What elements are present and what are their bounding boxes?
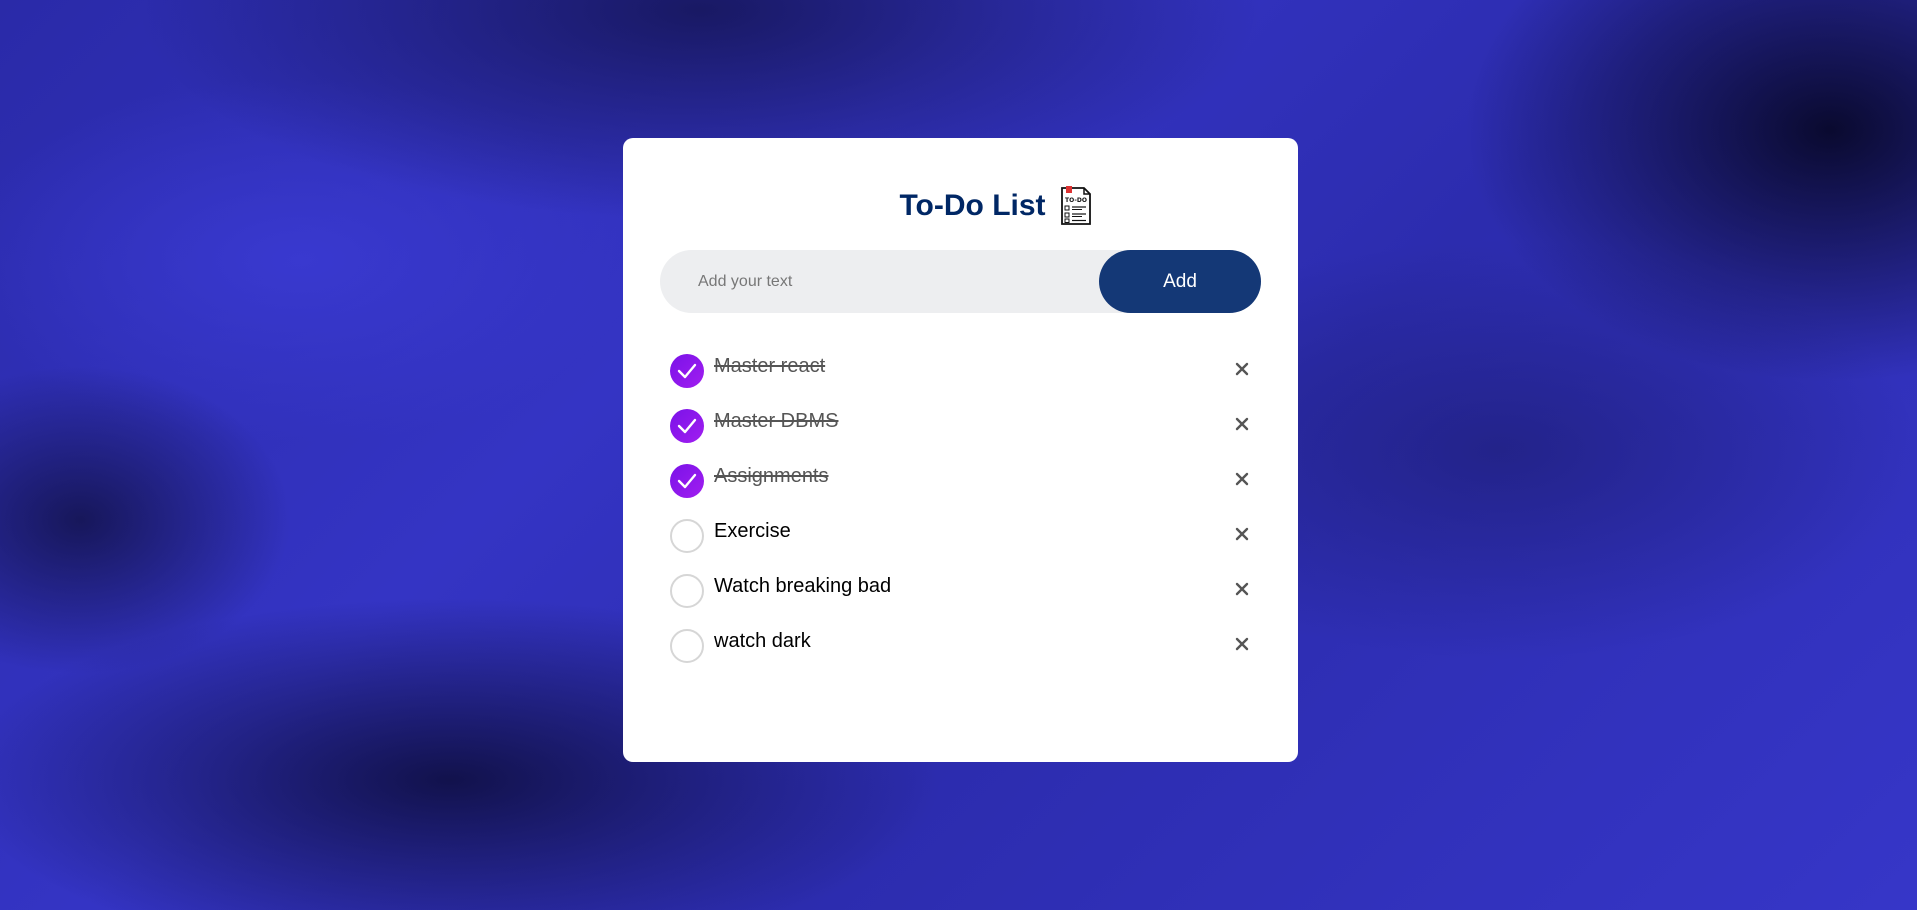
svg-text:TO-DO: TO-DO [1065,197,1087,204]
header: To-Do List TO-DO [623,182,1298,230]
page-title: To-Do List [899,189,1046,222]
close-icon[interactable] [1230,467,1254,491]
task-item[interactable]: Exercise [660,515,1261,570]
checkmark-icon [677,418,697,434]
add-task-row: Add [660,250,1261,313]
task-item[interactable]: Assignments [660,460,1261,515]
task-input[interactable] [660,250,1100,313]
task-item[interactable]: Master DBMS [660,405,1261,460]
task-checkbox-checked[interactable] [670,354,704,388]
add-button[interactable]: Add [1099,250,1261,313]
task-label[interactable]: watch dark [714,630,811,653]
close-icon[interactable] [1230,577,1254,601]
task-list: Master react Master DBMS Assignments Exerci… [660,350,1261,680]
task-item[interactable]: watch dark [660,625,1261,680]
checkmark-icon [677,363,697,379]
task-checkbox[interactable] [670,574,704,608]
task-label[interactable]: Watch breaking bad [714,575,891,598]
todo-card: To-Do List TO-DO Add Master reactMaster … [623,138,1298,762]
task-item[interactable]: Watch breaking bad [660,570,1261,625]
close-icon[interactable] [1230,412,1254,436]
task-checkbox-checked[interactable] [670,409,704,443]
task-label[interactable]: Master react [714,355,825,378]
task-label[interactable]: Master DBMS [714,410,838,433]
task-checkbox-checked[interactable] [670,464,704,498]
close-icon[interactable] [1230,632,1254,656]
task-checkbox[interactable] [670,629,704,663]
todo-note-icon: TO-DO [1060,186,1092,226]
close-icon[interactable] [1230,357,1254,381]
close-icon[interactable] [1230,522,1254,546]
task-label[interactable]: Assignments [714,465,829,488]
task-label[interactable]: Exercise [714,520,791,543]
checkmark-icon [677,473,697,489]
task-checkbox[interactable] [670,519,704,553]
task-item[interactable]: Master react [660,350,1261,405]
